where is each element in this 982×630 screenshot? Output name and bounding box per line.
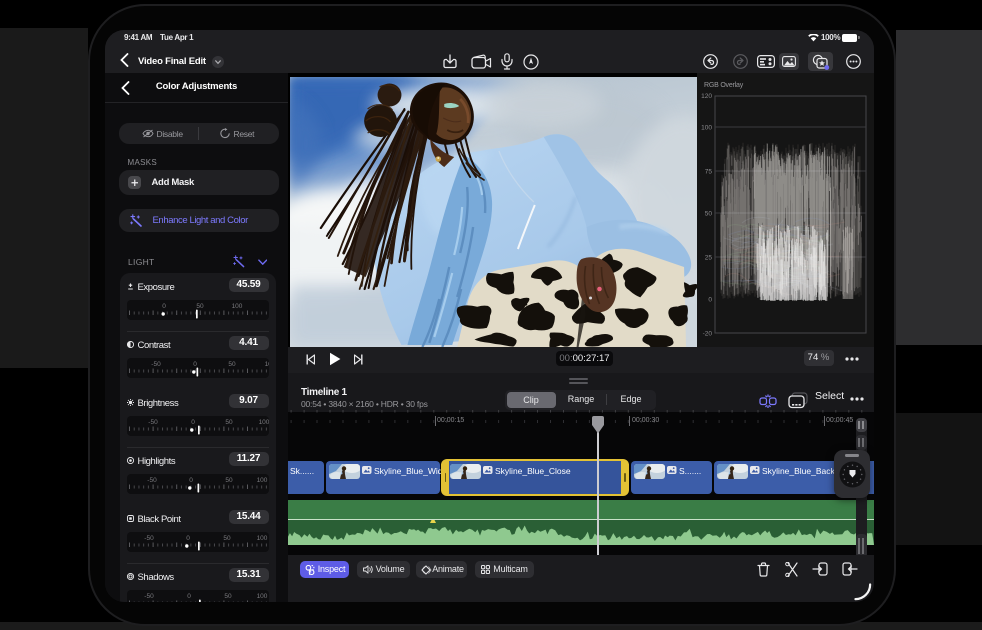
svg-text:50: 50 — [705, 211, 713, 218]
svg-text:RGB Overlay: RGB Overlay — [704, 82, 744, 89]
svg-text:0: 0 — [708, 297, 712, 304]
svg-text:75: 75 — [705, 169, 713, 176]
svg-text:25: 25 — [705, 255, 713, 262]
svg-text:120: 120 — [701, 93, 712, 100]
svg-text:100: 100 — [701, 125, 712, 132]
svg-text:-20: -20 — [703, 331, 713, 338]
